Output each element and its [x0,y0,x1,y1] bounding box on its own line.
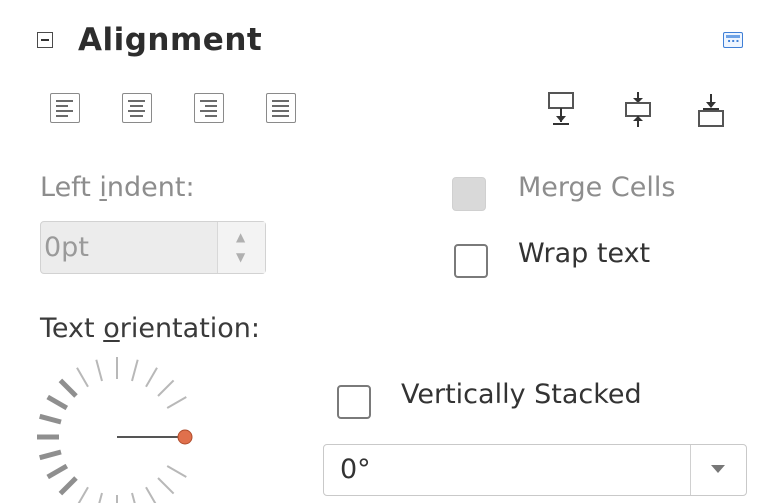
align-top-button[interactable] [544,90,578,130]
dial-tick [157,379,175,397]
dial-ticks [37,357,187,503]
dial-tick [166,396,187,409]
dial-tick [46,463,69,480]
dial-tick [145,367,158,388]
left-indent-label: Left indent: [40,172,195,203]
align-right-button[interactable] [194,93,224,123]
dial-tick [131,359,139,382]
vertically-stacked-label[interactable]: Vertically Stacked [401,379,642,410]
dial-tick [46,394,69,411]
dial-tick [39,413,62,425]
more-options-icon[interactable] [723,32,743,48]
dial-tick [39,449,62,461]
dial-tick [77,486,89,503]
spin-down-icon: ▼ [236,250,246,264]
merge-cells-label: Merge Cells [518,172,676,203]
align-left-button[interactable] [50,93,80,123]
dropdown-button[interactable] [690,445,746,495]
text-orientation-label: Text orientation: [40,313,261,344]
dial-tick [95,359,103,382]
align-bottom-button[interactable] [694,90,728,130]
dial-tick [166,465,187,478]
wrap-text-label[interactable]: Wrap text [518,238,650,269]
dial-tick [76,367,89,388]
vertically-stacked-checkbox[interactable] [337,385,371,419]
spin-buttons: ▲ ▼ [217,222,265,273]
orientation-value[interactable]: 0° [340,454,371,485]
left-indent-spinbox: 0pt ▲ ▼ [40,221,266,274]
left-indent-value: 0pt [44,232,89,263]
dial-knob[interactable] [177,429,193,445]
align-middle-button[interactable] [621,90,655,130]
collapse-icon[interactable] [37,32,53,48]
merge-cells-checkbox [452,177,486,211]
spin-up-icon: ▲ [236,230,246,244]
dial-tick [157,477,175,495]
panel-title: Alignment [78,22,263,58]
dial-tick [58,476,78,496]
dial-tick [131,492,136,503]
chevron-down-icon [711,465,725,473]
align-center-button[interactable] [122,93,152,123]
dial-tick [98,492,103,503]
orientation-combobox[interactable]: 0° [323,444,747,496]
wrap-text-checkbox[interactable] [454,244,488,278]
dial-tick [58,378,78,398]
dial-tick [145,486,157,503]
orientation-dial[interactable] [35,357,205,503]
align-justify-button[interactable] [266,93,296,123]
